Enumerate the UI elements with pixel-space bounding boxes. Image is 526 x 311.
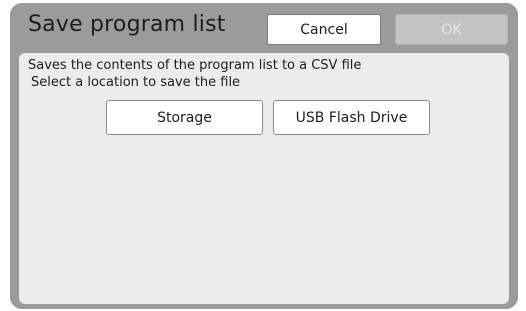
usb-flash-drive-button[interactable]: USB Flash Drive: [273, 100, 430, 135]
ok-button[interactable]: OK: [395, 14, 508, 45]
storage-button[interactable]: Storage: [106, 100, 263, 135]
message-line-1: Saves the contents of the program list t…: [28, 58, 362, 73]
dialog-frame: Save program list Cancel OK Saves the co…: [10, 3, 518, 309]
dialog-content: Saves the contents of the program list t…: [19, 53, 509, 304]
message-line-2: Select a location to save the file: [31, 75, 241, 90]
cancel-button[interactable]: Cancel: [267, 14, 381, 45]
dialog-title: Save program list: [28, 12, 226, 37]
dialog-header: Save program list Cancel OK: [10, 3, 518, 51]
